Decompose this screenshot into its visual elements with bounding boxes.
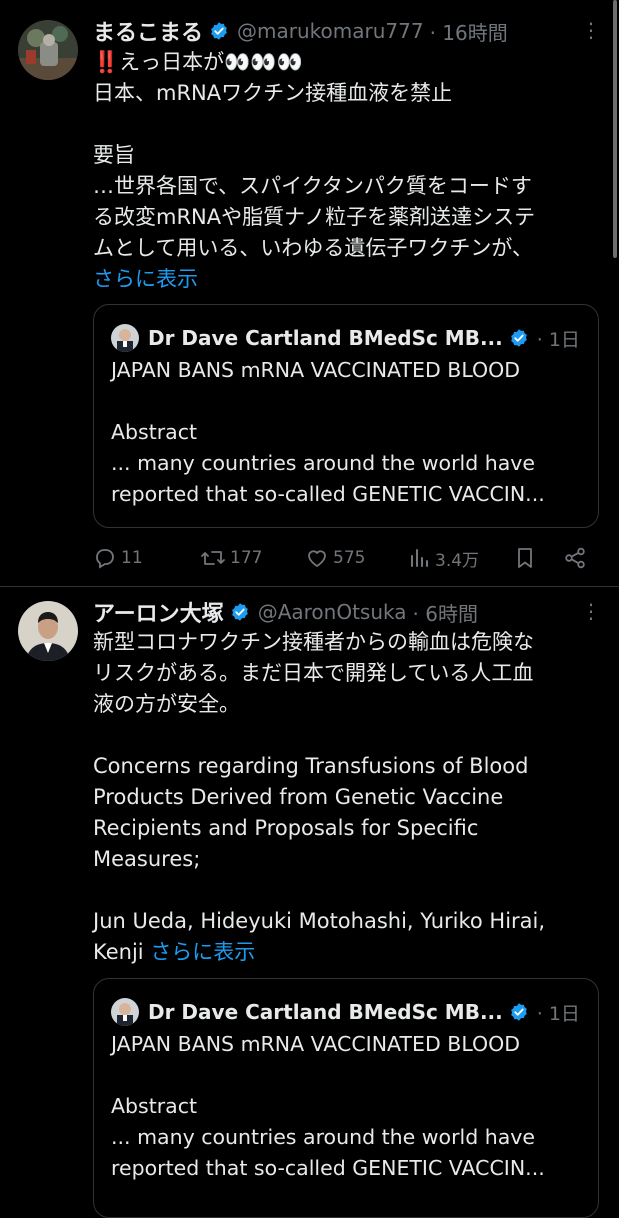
reply-button[interactable]: 11 [93,540,143,576]
text-line: ムとして用いる、いわゆる遺伝子ワクチンが、 [93,236,533,260]
tweet-header: まるこまる @marukomaru777 · 16時間 [93,14,599,48]
text-line: 日本、mRNAワクチン接種血液を禁止 [93,81,453,105]
more-options-icon[interactable]: ⋮ [581,599,601,623]
tweet-time[interactable]: · 16時間 [430,17,508,46]
bar-chart-icon [411,549,428,567]
tweet[interactable]: まるこまる @marukomaru777 · 16時間 ⋮ ‼️えっ日本が👀👀👀… [0,0,619,587]
bookmark-icon [518,548,532,568]
text-line: JAPAN BANS mRNA VACCINATED BLOOD [111,358,521,382]
quoted-tweet[interactable]: Dr Dave Cartland BMedSc MB... · 1日 JAPAN… [93,978,599,1218]
heart-icon [308,550,326,567]
text-line: 液の方が安全。 [93,692,240,716]
avatar[interactable] [18,601,78,661]
repost-icon [201,551,225,565]
quoted-tweet-text: JAPAN BANS mRNA VACCINATED BLOOD Abstrac… [111,1029,584,1184]
like-count: 575 [333,548,366,568]
show-more-link[interactable]: さらに表示 [93,264,601,295]
author-name[interactable]: アーロン大塚 [93,596,224,628]
verified-badge-icon [510,329,527,347]
quoted-tweet[interactable]: Dr Dave Cartland BMedSc MB... · 1日 JAPAN… [93,304,599,528]
show-more-link[interactable]: さらに表示 [150,940,255,964]
more-options-icon[interactable]: ⋮ [581,18,601,42]
text-line: Concerns regarding Transfusions of Blood [93,754,529,778]
author-handle[interactable]: @AaronOtsuka [258,600,407,624]
like-button[interactable]: 575 [305,540,365,576]
text-line: リスクがある。まだ日本で開発している人工血 [93,661,534,685]
share-icon [565,547,585,569]
text-line [93,875,601,906]
tweet[interactable]: アーロン大塚 @AaronOtsuka · 6時間 ⋮ 新型コロナワクチン接種者… [0,587,619,1218]
quoted-author-name[interactable]: Dr Dave Cartland BMedSc MB... [148,326,503,350]
bookmark-button[interactable] [514,540,536,576]
text-line: Abstract [111,1094,198,1118]
text-line [93,720,601,751]
repost-count: 177 [230,548,263,568]
text-line [111,1060,584,1091]
text-line: Abstract [111,420,198,444]
author-handle[interactable]: @marukomaru777 [237,19,424,43]
reply-count: 11 [121,548,143,568]
quoted-avatar [111,998,139,1026]
quoted-author-name[interactable]: Dr Dave Cartland BMedSc MB... [148,1000,503,1024]
share-button[interactable] [563,540,587,576]
text-line: 新型コロナワクチン接種者からの輸血は危険な [93,630,534,654]
text-line [93,109,601,140]
text-line: Products Derived from Genetic Vaccine [93,785,504,809]
tweet-text: 新型コロナワクチン接種者からの輸血は危険な リスクがある。まだ日本で開発している… [93,627,601,968]
text-line [111,386,584,417]
text-line: reported that so-called GENETIC VACCIN..… [111,1156,545,1180]
text-line: Measures; [93,847,201,871]
tweet-time[interactable]: · 6時間 [413,598,478,627]
quoted-tweet-time: · 1日 [536,328,580,351]
quoted-tweet-header: Dr Dave Cartland BMedSc MB... · 1日 [111,321,584,355]
views-button[interactable]: 3.4万 [409,540,479,576]
text-line: ... many countries around the world have [111,451,536,475]
verified-badge-icon [211,22,227,40]
text-fragment: Kenji [93,940,151,964]
quoted-tweet-time: · 1日 [536,1002,580,1025]
text-line: JAPAN BANS mRNA VACCINATED BLOOD [111,1032,521,1056]
text-line: Recipients and Proposals for Specific [93,816,479,840]
verified-badge-icon [510,1003,527,1021]
tweet-text: ‼️えっ日本が👀👀👀 日本、mRNAワクチン接種血液を禁止 要旨 …世界各国で、… [93,47,601,295]
tweet-header: アーロン大塚 @AaronOtsuka · 6時間 [93,595,599,629]
text-line: 要旨 [93,143,135,167]
avatar-image [18,601,78,661]
quoted-tweet-header: Dr Dave Cartland BMedSc MB... · 1日 [111,995,584,1029]
quoted-avatar-image [111,998,139,1026]
quoted-avatar-image [111,324,139,352]
avatar-image [18,20,78,80]
quoted-tweet-text: JAPAN BANS mRNA VACCINATED BLOOD Abstrac… [111,355,584,510]
view-count: 3.4万 [435,550,480,571]
reply-icon [96,549,114,569]
text-line: Kenji さらに表示 [93,937,601,968]
action-bar: 11 177 575 3.4万 [93,540,601,576]
repost-button[interactable]: 177 [200,540,262,576]
text-line: ‼️えっ日本が👀👀👀 [93,50,303,74]
avatar[interactable] [18,20,78,80]
author-name[interactable]: まるこまる [93,15,203,47]
text-line: …世界各国で、スパイクタンパク質をコードす [93,174,532,198]
text-line: reported that so-called GENETIC VACCIN..… [111,482,545,506]
text-line: ... many countries around the world have [111,1125,536,1149]
verified-badge-icon [231,603,248,621]
quoted-avatar [111,324,139,352]
text-line: Jun Ueda, Hideyuki Motohashi, Yuriko Hir… [93,909,546,933]
text-line: る改変mRNAや脂質ナノ粒子を薬剤送達システ [93,205,536,229]
